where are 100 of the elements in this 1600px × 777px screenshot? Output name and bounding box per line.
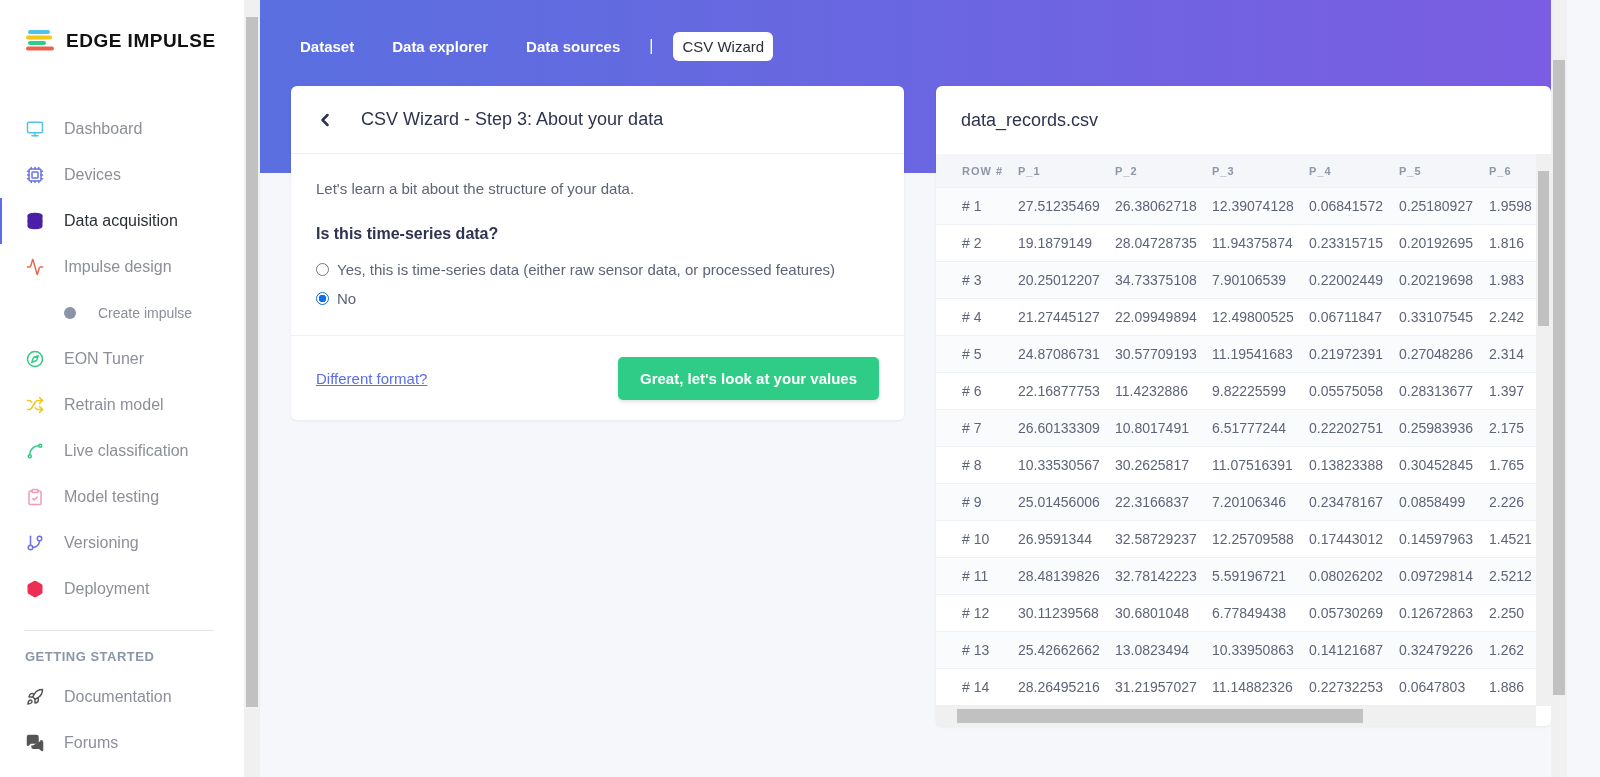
table-cell-text: 0.0858499: [1399, 494, 1467, 510]
column-header: P_4: [1309, 164, 1333, 177]
monitor-icon: [26, 120, 44, 138]
table-cell-text: # 9: [962, 494, 983, 510]
table-cell-text: 0.14121687: [1309, 642, 1384, 658]
tab-separator: |: [649, 37, 654, 55]
table-cell-text: 26.38062718: [1115, 198, 1198, 214]
table-cell-text: 22.3166837: [1115, 494, 1190, 510]
tab[interactable]: Data explorer: [383, 31, 498, 61]
table-cell-text: 12.49800525: [1212, 309, 1295, 325]
tab[interactable]: CSV Wizard: [673, 31, 774, 61]
table-cell-text: 30.2625817: [1115, 457, 1190, 473]
database-icon: [26, 212, 44, 230]
scrollbar[interactable]: [936, 706, 1536, 726]
continue-button[interactable]: Great, let's look at your values: [618, 356, 879, 400]
table-cell-text: 0.0647803: [1399, 679, 1467, 695]
table-cell-text: 0.33107545: [1399, 309, 1474, 325]
nav-item[interactable]: Impulse design: [0, 244, 244, 290]
table-cell-text: # 3: [962, 272, 983, 288]
table-cell-text: 6.77849438: [1212, 605, 1287, 621]
table-cell-text: 11.14882326: [1212, 679, 1294, 695]
radio-option[interactable]: Yes, this is time-series data (either raw sensor data, or processed features): [316, 255, 879, 284]
table-cell-text: # 11: [962, 568, 990, 584]
table-cell-text: 19.1879149: [1018, 235, 1093, 251]
table-cell-text: 26.60133309: [1018, 420, 1101, 436]
nav-item[interactable]: EON Tuner: [0, 336, 244, 382]
nav-item[interactable]: Versioning: [0, 520, 244, 566]
table-cell-text: 32.78142223: [1115, 568, 1198, 584]
table-cell: 2.242: [1489, 309, 1525, 325]
scrollbar[interactable]: [244, 0, 260, 777]
table-cell-text: 0.28313677: [1399, 383, 1474, 399]
column-header: P_2: [1115, 164, 1139, 177]
table-cell-text: 11.4232886: [1115, 383, 1189, 399]
table-cell-text: 0.25983936: [1399, 420, 1474, 436]
table-cell-text: 12.39074128: [1212, 198, 1295, 214]
table-cell-text: 7.90106539: [1212, 272, 1287, 288]
table-cell: 2.250: [1489, 605, 1525, 621]
table-cell-text: 22.16877753: [1018, 383, 1101, 399]
table-cell-text: 27.51235469: [1018, 198, 1101, 214]
table-cell-text: 0.30452845: [1399, 457, 1474, 473]
intro-text: Let's learn a bit about the structure of your data.: [316, 180, 636, 197]
nav-item[interactable]: Documentation: [0, 674, 244, 720]
table-cell-text: # 2: [962, 235, 983, 251]
table-cell-text: 30.6801048: [1115, 605, 1190, 621]
table-cell-text: 25.01456006: [1018, 494, 1101, 510]
file-title: data_records.csv: [961, 109, 1099, 131]
radio-button[interactable]: [316, 292, 329, 305]
table-cell-text: 0.17443012: [1309, 531, 1384, 547]
table-cell-text: 21.27445127: [1018, 309, 1101, 325]
table-cell-text: 0.21972391: [1309, 346, 1384, 362]
column-header: P_6: [1489, 164, 1512, 177]
table-cell-text: 0.23315715: [1309, 235, 1384, 251]
brand-name: EDGE IMPULSE: [66, 30, 216, 52]
radio-option[interactable]: No: [316, 284, 879, 313]
branch-icon: [26, 534, 44, 552]
table-cell: 2.5212: [1489, 568, 1532, 584]
clipboard-check-icon: [26, 488, 44, 506]
tab[interactable]: Data sources: [517, 31, 630, 61]
table-cell-text: 10.33950863: [1212, 642, 1295, 658]
card-title: CSV Wizard - Step 3: About your data: [361, 109, 664, 130]
pulse-icon: [26, 258, 44, 276]
table-cell-text: 30.11239568: [1018, 605, 1100, 621]
table-cell-text: 30.57709193: [1115, 346, 1198, 362]
table-cell-text: 0.22002449: [1309, 272, 1384, 288]
table-cell-text: 28.26495216: [1018, 679, 1101, 695]
table-cell-text: 6.51777244: [1212, 420, 1287, 436]
table-cell-text: 0.27048286: [1399, 346, 1474, 362]
nav-item[interactable]: Forums: [0, 720, 244, 766]
nav-subitem[interactable]: Create impulse: [0, 290, 244, 336]
table-cell: 1.816: [1489, 235, 1525, 251]
tab[interactable]: Dataset: [291, 31, 364, 61]
scrollbar[interactable]: [1536, 154, 1551, 706]
table-cell-text: 11.19541683: [1212, 346, 1294, 362]
nav-item[interactable]: Devices: [0, 152, 244, 198]
scrollbar[interactable]: [1551, 0, 1567, 777]
table-cell-text: 0.20192695: [1399, 235, 1474, 251]
nav-item[interactable]: Live classification: [0, 428, 244, 474]
question-label: Is this time-series data?: [316, 225, 500, 243]
format-link[interactable]: Different format?: [316, 369, 428, 387]
table-cell-text: # 6: [962, 383, 983, 399]
table-cell-text: # 12: [962, 605, 991, 621]
table-cell-text: 10.8017491: [1115, 420, 1190, 436]
chat-icon: [26, 734, 44, 752]
table-cell-text: 13.0823494: [1115, 642, 1190, 658]
table-cell-text: 5.59196721: [1212, 568, 1287, 584]
table-cell-text: 9.82225599: [1212, 383, 1287, 399]
nav-item[interactable]: Dashboard: [0, 106, 244, 152]
column-header: P_1: [1018, 164, 1042, 177]
column-header: ROW #: [962, 164, 1005, 177]
table-cell-text: 0.06841572: [1309, 198, 1384, 214]
nav-item[interactable]: Retrain model: [0, 382, 244, 428]
nav-item[interactable]: Deployment: [0, 566, 244, 612]
compass-icon: [26, 350, 44, 368]
table-cell-text: 0.32479226: [1399, 642, 1474, 658]
radio-button[interactable]: [316, 263, 329, 276]
nav-item[interactable]: Model testing: [0, 474, 244, 520]
table-cell-text: 0.22732253: [1309, 679, 1384, 695]
table-cell: 1.262: [1489, 642, 1525, 658]
table-cell-text: 12.25709588: [1212, 531, 1295, 547]
section-title: GETTING STARTED: [24, 649, 156, 664]
